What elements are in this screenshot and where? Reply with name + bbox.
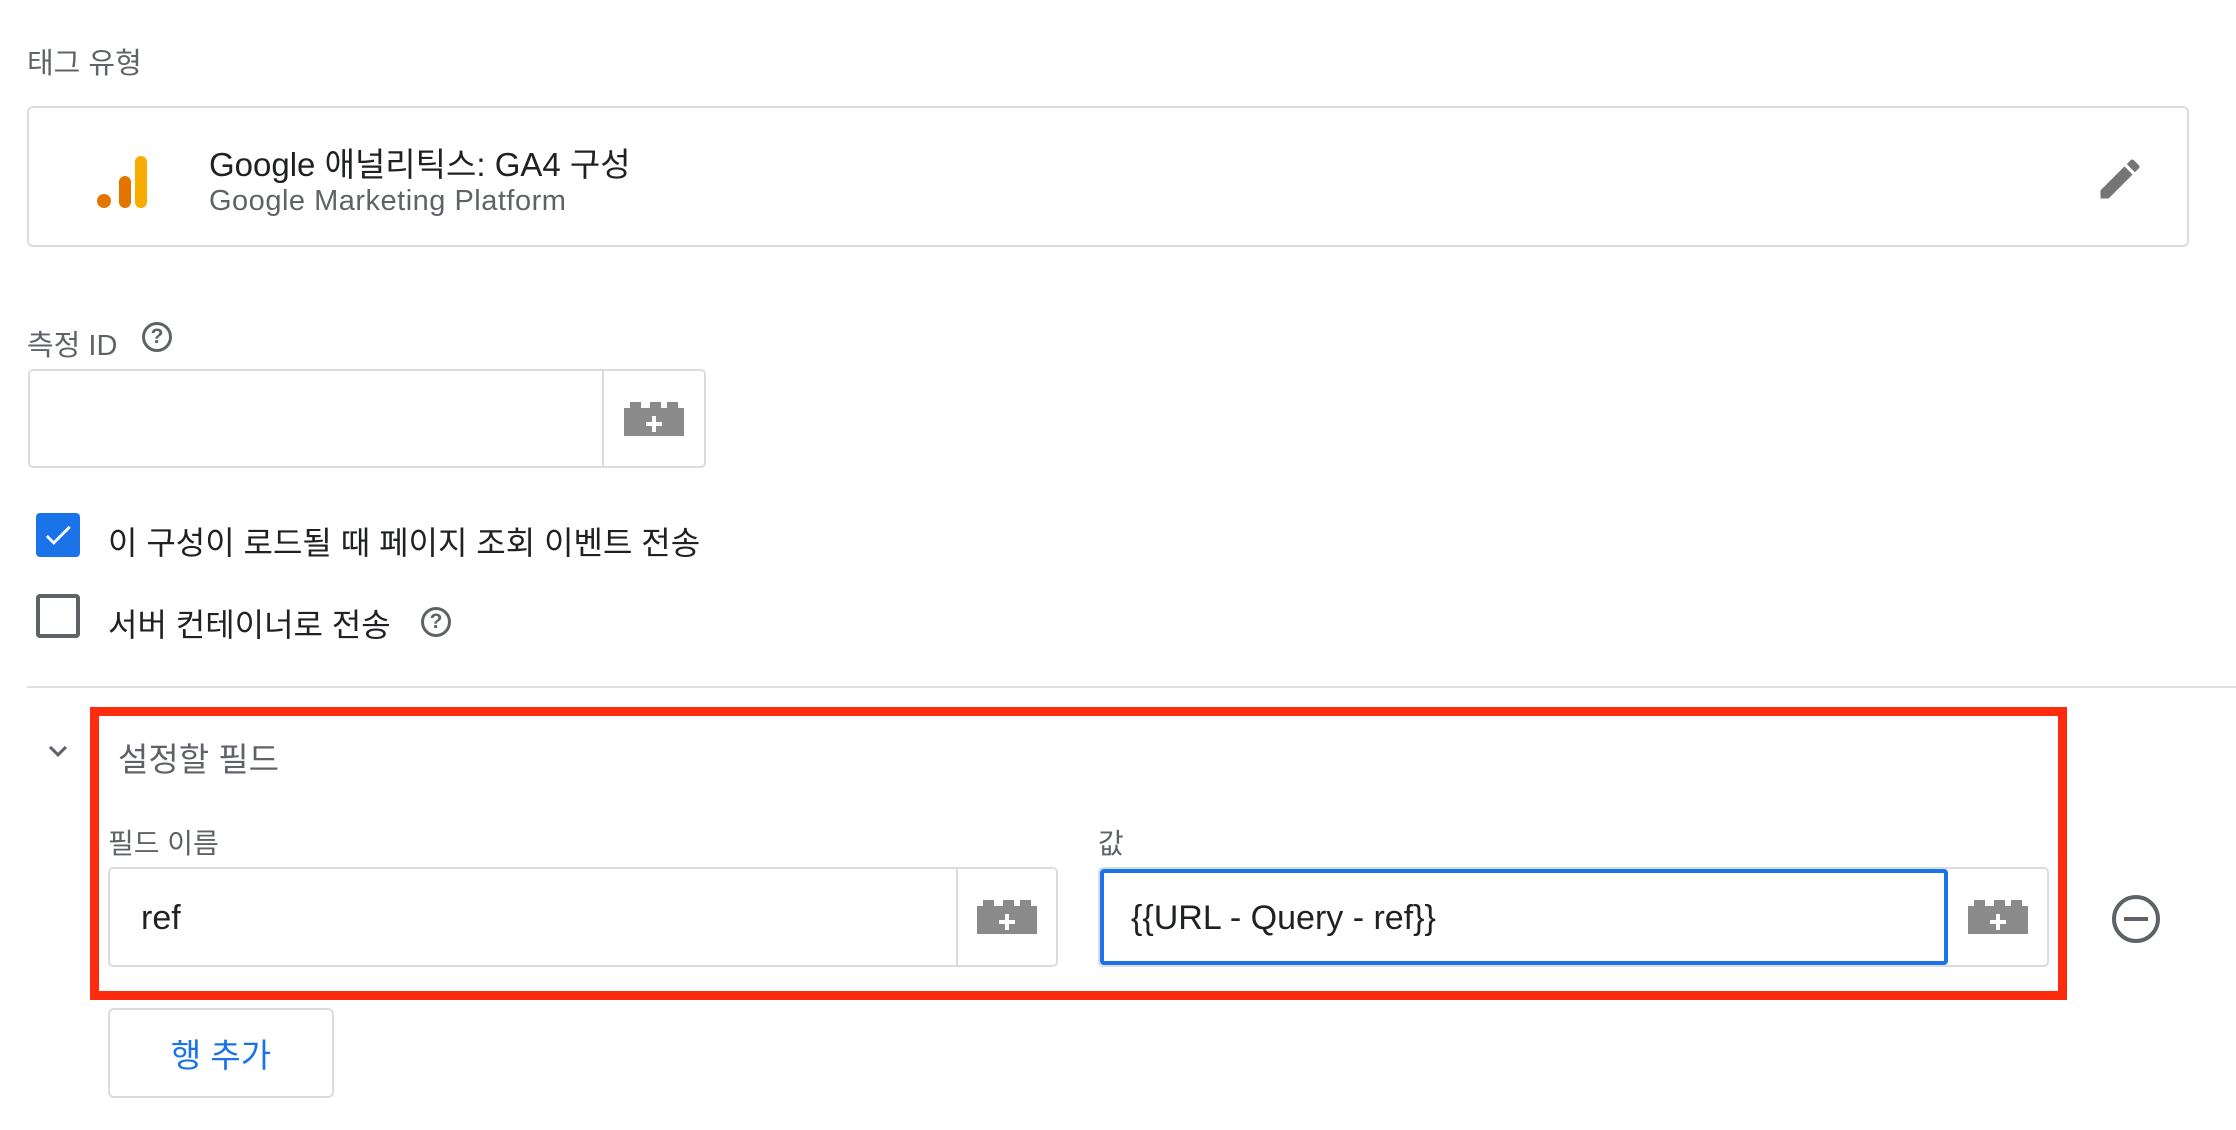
add-row-button[interactable]: 행 추가	[108, 1008, 334, 1098]
google-analytics-logo	[92, 148, 150, 210]
tag-type-card[interactable]: Google 애널리틱스: GA4 구성 Google Marketing Pl…	[27, 106, 2189, 247]
send-pageview-checkbox[interactable]	[36, 513, 80, 557]
tag-type-subtitle: Google Marketing Platform	[209, 185, 567, 217]
measurement-id-input[interactable]	[50, 396, 594, 442]
help-circle-icon[interactable]: ?	[142, 322, 172, 352]
help-circle-icon[interactable]: ?	[421, 607, 451, 637]
tag-type-label: 태그 유형	[27, 48, 142, 80]
pencil-icon[interactable]	[2094, 153, 2146, 205]
minus-circle-icon[interactable]	[2110, 893, 2162, 945]
add-variable-button[interactable]	[602, 371, 704, 466]
send-to-server-checkbox[interactable]	[36, 594, 80, 638]
send-pageview-label: 이 구성이 로드될 때 페이지 조회 이벤트 전송	[108, 525, 701, 561]
check-icon	[45, 525, 71, 545]
add-variable-icon	[624, 401, 684, 436]
measurement-id-label: 측정 ID	[27, 330, 118, 362]
chevron-down-icon[interactable]	[40, 733, 76, 769]
section-divider	[27, 686, 2236, 688]
highlight-box	[90, 707, 2067, 1000]
measurement-id-field[interactable]	[28, 369, 706, 468]
send-to-server-label: 서버 컨테이너로 전송	[108, 607, 391, 643]
tag-type-title: Google 애널리틱스: GA4 구성	[209, 146, 631, 183]
